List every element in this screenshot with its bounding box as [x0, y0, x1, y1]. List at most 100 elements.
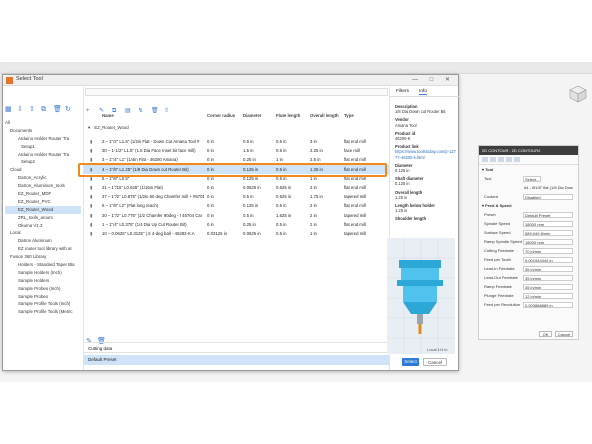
feed-field-input[interactable]: 70 in/min — [523, 247, 573, 254]
tool-section-header[interactable]: ▾ Tool — [479, 165, 578, 174]
table-row[interactable]: ▮ 27 – 1"/2" L0.875" (1/2in 60 deg Chamfe… — [84, 192, 389, 201]
linking-tab-icon[interactable] — [514, 157, 520, 162]
tree-item-label: Cloud — [10, 167, 22, 173]
table-row[interactable]: ▮ 6 – 1"/8" L2" (Flat long reach) 0 in 0.12… — [84, 201, 389, 210]
window-controls[interactable]: — □ ✕ — [412, 76, 455, 83]
tree-item[interactable]: Arduino Holder Router Tra — [5, 151, 81, 159]
tool-tab-icon[interactable] — [482, 157, 488, 162]
table-row[interactable]: ▮ 1 – 1"/4" L0.375" (1/4 Dia Up Cut Route… — [84, 220, 389, 229]
table-row[interactable]: ▮ 30 – 1-1/2" L1.5" (1.5 Dia Face Inset b… — [84, 146, 389, 155]
library-toolbar: ▦ ⇩ ⇧ ⧉ 🗑 ↻ — [5, 98, 81, 113]
col-diameter[interactable]: Diameter — [243, 113, 261, 118]
cell-name: 10 – 0.0625" L0.3125" (.5 4-deg ball - 4… — [102, 230, 195, 236]
tree-item[interactable]: Holders - Standard Taper Bla — [5, 261, 81, 269]
tree-item[interactable]: Sample Profile Tools (Inch) — [5, 300, 81, 308]
tree-item[interactable]: ZRL_tools_aroom — [5, 214, 81, 222]
feed-field-input[interactable]: 35 in/min — [523, 283, 573, 290]
tree-item[interactable]: EZ router tool library with ar — [5, 245, 81, 253]
coolant-label: Coolant — [484, 194, 498, 199]
table-row[interactable]: ▮ 10 – 0.0625" L0.3125" (.5 4-deg ball - … — [84, 229, 389, 238]
table-header: Name Corner radius Diameter Flute length… — [84, 111, 389, 122]
tree-item-label: Sample Probes — [18, 293, 49, 299]
feed-field-input[interactable]: Default Preset — [523, 211, 573, 218]
feed-field: Ramp Spindle Speed 18000 rpm — [479, 237, 578, 246]
tree-item[interactable]: Datron_Aluminum_tools — [5, 182, 81, 190]
contour-ok-button[interactable]: OK — [539, 331, 552, 337]
coolant-select[interactable]: Disabled — [523, 193, 573, 200]
tree-item[interactable]: Arduino Holder Router Tra — [5, 135, 81, 143]
tree-item[interactable]: Cloud — [5, 166, 81, 174]
tool-info: Description 1/8 Dia Down cut Router Bit … — [395, 101, 458, 222]
product-link[interactable]: https://www.toolstoday.com/p-12777-46200… — [395, 149, 458, 159]
feed-field-input[interactable]: 589.049 ft/min — [523, 229, 573, 236]
feed-field-input[interactable]: 18000 rpm — [523, 220, 573, 227]
contour-cancel-button[interactable]: Cancel — [555, 331, 573, 337]
export-library-icon[interactable]: ⇧ — [29, 106, 36, 113]
cell-fl: 0.5 in — [276, 148, 287, 154]
heights-tab-icon[interactable] — [498, 157, 504, 162]
tree-item[interactable]: Datron Aluminum — [5, 237, 81, 245]
feed-field-input[interactable]: 12 in/min — [523, 292, 573, 299]
col-corner-radius[interactable]: Corner radius — [207, 113, 235, 118]
tree-item[interactable]: Local — [5, 229, 81, 237]
tab-filters[interactable]: Filters — [396, 89, 409, 94]
feed-field-input[interactable]: 0.001944444 in — [523, 256, 573, 263]
feed-field-input[interactable]: 0.003888889 in — [523, 301, 573, 308]
cancel-button[interactable]: Cancel — [423, 358, 447, 366]
feed-field: Ramp Feedrate 35 in/min — [479, 282, 578, 291]
tree-item[interactable]: EZ_Router_MDF — [5, 190, 81, 198]
feed-field-label: Ramp Feedrate — [484, 284, 512, 289]
product-id-value: 46200-K — [395, 136, 411, 142]
table-group-header[interactable]: ▾ EZ_Router_Wood — [84, 125, 129, 133]
delete-library-icon[interactable]: 🗑 — [53, 106, 62, 113]
tree-item[interactable]: Sample Probes (Inch) — [5, 285, 81, 293]
feed-field-input[interactable]: 35 in/min — [523, 274, 573, 281]
col-overall-length[interactable]: Overall length — [310, 113, 339, 118]
tree-item-label: Datron Aluminum — [18, 238, 52, 244]
cell-ol: 2 in — [310, 203, 317, 209]
table-row[interactable]: ▮ 20 – 1"/2" L0.775" (1/2 Chamfer 90deg -… — [84, 211, 389, 220]
tree-item[interactable]: Documents — [5, 127, 81, 135]
passes-tab-icon[interactable] — [506, 157, 512, 162]
feed-field-input[interactable]: 18000 rpm — [523, 238, 573, 245]
tree-item[interactable]: Setup1 — [5, 143, 81, 151]
search-input[interactable] — [85, 88, 388, 96]
tab-info[interactable]: Info — [419, 89, 428, 95]
cell-type: face mill — [344, 148, 360, 154]
tree-item[interactable]: Datron_Acrylic — [5, 174, 81, 182]
tree-item[interactable]: Setup2 — [5, 158, 81, 166]
select-button[interactable]: Select — [402, 358, 419, 366]
new-library-icon[interactable]: ▦ — [5, 106, 12, 113]
copy-library-icon[interactable]: ⧉ — [41, 106, 48, 113]
cell-ol: 1.75 in — [310, 194, 323, 200]
view-cube-icon[interactable] — [566, 82, 588, 104]
feed-field-input[interactable]: 35 in/min — [523, 265, 573, 272]
import-library-icon[interactable]: ⇩ — [17, 106, 24, 113]
col-flute-length[interactable]: Flute length — [276, 113, 300, 118]
tree-item[interactable]: Sample Holders — [5, 277, 81, 285]
feed-field-label: Ramp Spindle Speed — [484, 239, 522, 244]
tree-item[interactable]: Sample Probes — [5, 293, 81, 301]
tree-item[interactable]: All — [5, 119, 81, 127]
app-logo-icon — [6, 77, 13, 84]
end-mill-icon: ▮ — [90, 194, 93, 200]
selected-tool-highlight — [78, 163, 387, 177]
preset-row[interactable]: Default Preset — [84, 355, 389, 365]
feed-field-label: Surface Speed — [484, 230, 511, 235]
tree-item[interactable]: Sample Profile Tools (Metric — [5, 308, 81, 316]
table-row[interactable]: ▮ 2 – 1"/2" L1.5" (1/2in Flat - Down Cut … — [84, 137, 389, 146]
geometry-tab-icon[interactable] — [490, 157, 496, 162]
tree-item[interactable]: Fusion 360 Library — [5, 253, 81, 261]
tree-item[interactable]: EZ_Router_Wood — [5, 205, 81, 214]
cell-fl: 0.5 in — [276, 139, 287, 144]
feed-section-header[interactable]: ▾ Feed & Speed — [479, 201, 578, 210]
col-type[interactable]: Type — [344, 113, 354, 118]
table-row[interactable]: ▮ 21 – 1"/16" L0.625" (1/16in Flat) 0 in 0.… — [84, 183, 389, 192]
refresh-icon[interactable]: ↻ — [65, 106, 72, 113]
tool-select-button[interactable]: Select... — [523, 175, 541, 182]
tree-item[interactable]: Okuma V1.3 — [5, 222, 81, 230]
tree-item[interactable]: Sample Holders (Inch) — [5, 269, 81, 277]
feed-field: Feed per Revolution 0.003888889 in — [479, 300, 578, 309]
tree-item[interactable]: EZ_Router_PVC — [5, 198, 81, 206]
col-name[interactable]: Name — [102, 113, 114, 118]
